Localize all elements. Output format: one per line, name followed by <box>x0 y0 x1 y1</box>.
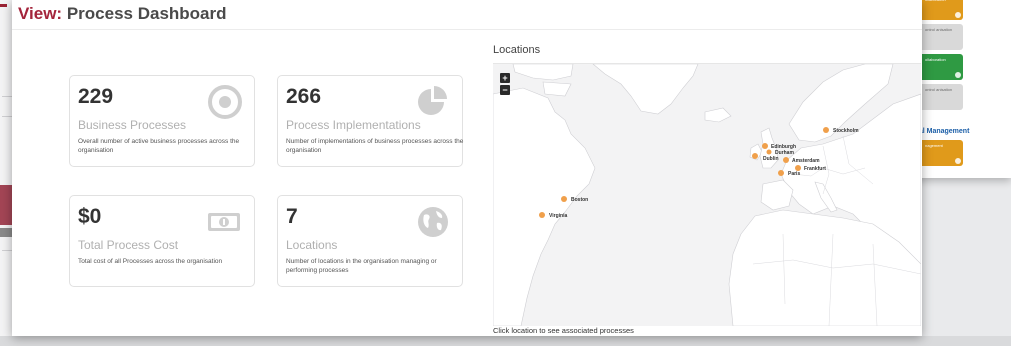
globe-icon <box>418 207 448 237</box>
background-tile <box>0 228 12 237</box>
location-label-frankfurt[interactable]: Frankfurt <box>804 166 826 172</box>
map-caption: Click location to see associated process… <box>493 326 634 335</box>
landmass <box>512 63 574 81</box>
landmass <box>542 81 572 97</box>
total-process-cost-card[interactable]: $0 Total Process Cost Total cost of all … <box>69 195 255 287</box>
locations-map[interactable]: Stockholm Edinburgh Durham Dublin Amster… <box>492 63 922 327</box>
background-tile <box>0 185 12 225</box>
location-marker-stockholm[interactable] <box>823 127 829 133</box>
card-description: Overall number of active business proces… <box>78 138 240 154</box>
page-title-text: Process Dashboard <box>66 4 227 23</box>
target-icon <box>208 85 242 119</box>
location-marker-durham[interactable] <box>766 149 772 155</box>
process-dashboard-panel: View: Process Dashboard 229 Business Pro… <box>12 0 922 336</box>
landmass <box>704 107 732 123</box>
background-tile: ollaboration <box>917 0 963 20</box>
zoom-out-button[interactable]: − <box>500 85 510 95</box>
location-label-boston[interactable]: Boston <box>571 197 588 203</box>
location-marker-boston[interactable] <box>561 196 567 202</box>
locations-card[interactable]: 7 Locations Number of locations in the o… <box>277 195 463 287</box>
card-value: $0 <box>78 205 102 228</box>
background-tile: ontrol anisation <box>917 84 963 110</box>
process-implementations-card[interactable]: 266 Process Implementations Number of im… <box>277 75 463 167</box>
page-title: View: Process Dashboard <box>18 4 227 24</box>
card-description: Number of locations in the organisation … <box>286 258 437 274</box>
location-marker-paris[interactable] <box>778 170 784 176</box>
card-label: Business Processes <box>78 118 187 132</box>
background-accent-mark <box>0 4 7 7</box>
card-value: 229 <box>78 85 114 108</box>
card-description: Number of implementations of business pr… <box>286 138 464 154</box>
location-marker-edinburgh[interactable] <box>762 143 768 149</box>
location-marker-dublin[interactable] <box>752 153 758 159</box>
banknote-icon <box>208 213 240 231</box>
card-label: Total Process Cost <box>78 238 179 252</box>
card-value: 266 <box>286 85 322 108</box>
map-canvas[interactable]: Stockholm Edinburgh Durham Dublin Amster… <box>492 63 922 327</box>
background-tile: ontrol anisation <box>917 24 963 50</box>
location-label-stockholm[interactable]: Stockholm <box>833 128 859 134</box>
background-tile: ollaboration <box>917 54 963 80</box>
card-label: Locations <box>286 238 338 252</box>
background-strip <box>0 336 1011 346</box>
business-processes-card[interactable]: 229 Business Processes Overall number of… <box>69 75 255 167</box>
location-marker-virginia[interactable] <box>539 212 545 218</box>
landmass <box>592 63 699 115</box>
page-title-prefix: View: <box>18 4 63 23</box>
location-label-dublin[interactable]: Dublin <box>763 156 779 162</box>
zoom-in-button[interactable]: + <box>500 73 510 83</box>
location-marker-amsterdam[interactable] <box>783 157 789 163</box>
map-title: Locations <box>493 44 541 56</box>
pie-chart-icon <box>418 86 447 115</box>
card-label: Process Implementations <box>286 118 421 132</box>
landmass <box>492 87 596 327</box>
card-value: 7 <box>286 205 298 228</box>
location-label-virginia[interactable]: Virginia <box>549 213 567 219</box>
title-divider <box>12 29 922 30</box>
background-tile: nagement <box>917 140 963 166</box>
card-description: Total cost of all Processes across the o… <box>78 258 223 265</box>
location-label-amsterdam[interactable]: Amsterdam <box>792 158 820 164</box>
location-label-paris[interactable]: Paris <box>788 171 800 177</box>
